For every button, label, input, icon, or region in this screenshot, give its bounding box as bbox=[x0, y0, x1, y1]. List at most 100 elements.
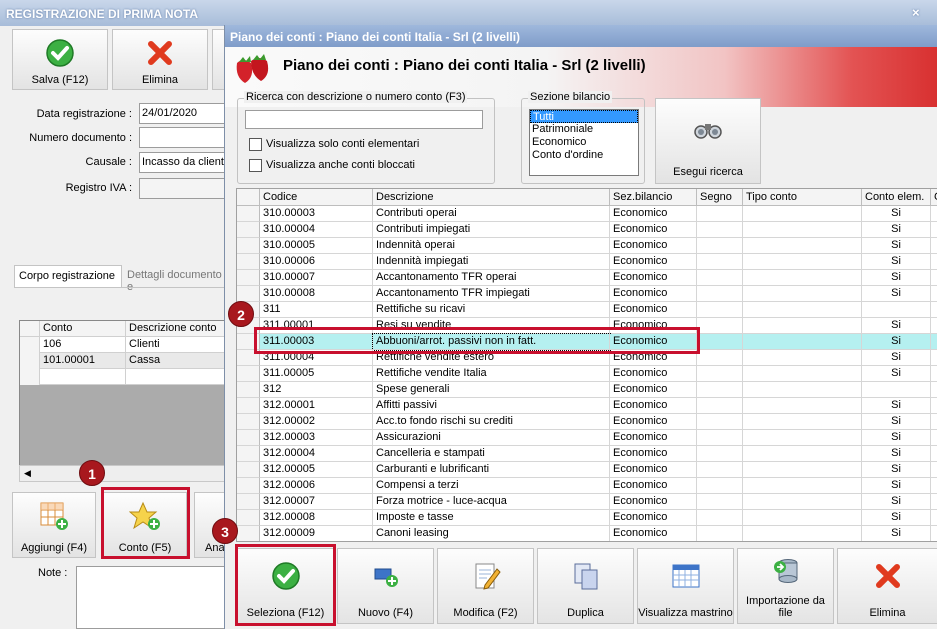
grid-add-icon bbox=[40, 502, 68, 530]
table-row[interactable]: 312.00001 Affitti passivi Economico Si bbox=[237, 398, 937, 414]
sezione-option-conto-ordine[interactable]: Conto d'ordine bbox=[530, 149, 638, 162]
row-indicator bbox=[237, 366, 260, 382]
ledger-button[interactable]: Visualizza mastrino bbox=[637, 548, 734, 624]
banner-title: Piano dei conti : Piano dei conti Italia… bbox=[283, 57, 646, 74]
checkbox-elementari-label: Visualizza solo conti elementari bbox=[266, 138, 420, 150]
checkbox-bloccati[interactable] bbox=[249, 159, 262, 172]
table-row[interactable]: 312.00002 Acc.to fondo rischi su crediti E… bbox=[237, 414, 937, 430]
sezione-option-patrimoniale[interactable]: Patrimoniale bbox=[530, 123, 638, 136]
close-icon[interactable]: × bbox=[912, 5, 920, 20]
table-cell: Carburanti e lubrificanti bbox=[373, 462, 610, 478]
table-row[interactable]: 312.00004 Cancelleria e stampati Economico… bbox=[237, 446, 937, 462]
scroll-left-icon[interactable]: ◀ bbox=[24, 468, 31, 479]
table-cell: Contributi operai bbox=[373, 206, 610, 222]
registration-grid[interactable]: Conto Descrizione conto 106 Clienti 101.… bbox=[19, 320, 230, 482]
table-cell bbox=[697, 270, 743, 286]
table-cell: Indennità impiegati bbox=[373, 254, 610, 270]
sezione-option-economico[interactable]: Economico bbox=[530, 136, 638, 149]
table-row[interactable]: 310.00004 Contributi impiegati Economico Si bbox=[237, 222, 937, 238]
table-row[interactable]: 101.00001 Cassa bbox=[20, 353, 230, 369]
edit-button[interactable]: Modifica (F2) bbox=[437, 548, 534, 624]
table-cell bbox=[697, 382, 743, 398]
table-row-empty[interactable] bbox=[20, 369, 230, 385]
table-cell: Si bbox=[862, 478, 931, 494]
table-cell: Si bbox=[862, 334, 931, 350]
table-row[interactable]: 310.00008 Accantonamento TFR impiegati Eco… bbox=[237, 286, 937, 302]
table-row[interactable]: 311.00005 Rettifiche vendite Italia Econom… bbox=[237, 366, 937, 382]
accounts-table[interactable]: Codice Descrizione Sez.bilancio Segno Ti… bbox=[236, 188, 937, 542]
new-button[interactable]: Nuovo (F4) bbox=[337, 548, 434, 624]
table-cell bbox=[743, 478, 862, 494]
table-cell bbox=[697, 478, 743, 494]
data-registrazione-input[interactable]: 24/01/2020 bbox=[139, 103, 231, 124]
delete-button[interactable]: Elimina bbox=[112, 29, 208, 90]
table-row[interactable]: 312.00003 Assicurazioni Economico Si bbox=[237, 430, 937, 446]
table-cell bbox=[743, 350, 862, 366]
tab-corpo-registrazione[interactable]: Corpo registrazione bbox=[14, 265, 122, 287]
table-row[interactable]: 312.00006 Compensi a terzi Economico Si bbox=[237, 478, 937, 494]
row-indicator bbox=[237, 238, 260, 254]
column-header-codice[interactable]: Codice bbox=[260, 189, 373, 206]
table-cell: Acc.to fondo rischi su crediti bbox=[373, 414, 610, 430]
sezione-option-tutti[interactable]: Tutti bbox=[530, 110, 638, 123]
table-row[interactable]: 312 Spese generali Economico bbox=[237, 382, 937, 398]
table-cell bbox=[743, 318, 862, 334]
column-header-tipo-conto[interactable]: Tipo conto bbox=[743, 189, 862, 206]
table-cell bbox=[743, 286, 862, 302]
checkbox-elementari[interactable] bbox=[249, 138, 262, 151]
annotation-badge-3: 3 bbox=[212, 518, 238, 544]
table-cell bbox=[743, 462, 862, 478]
table-cell: Accantonamento TFR operai bbox=[373, 270, 610, 286]
column-header-descrizione[interactable]: Descrizione bbox=[373, 189, 610, 206]
dialog-title: Piano dei conti : Piano dei conti Italia… bbox=[225, 25, 937, 47]
search-button[interactable]: Esegui ricerca bbox=[655, 98, 761, 184]
table-row[interactable]: 106 Clienti bbox=[20, 337, 230, 353]
row-indicator bbox=[237, 382, 260, 398]
registro-iva-input[interactable] bbox=[139, 178, 231, 199]
import-button[interactable]: Importazione da file bbox=[737, 548, 834, 624]
table-cell: 312.00005 bbox=[260, 462, 373, 478]
table-cell bbox=[697, 398, 743, 414]
table-cell: Si bbox=[862, 446, 931, 462]
sezione-listbox[interactable]: Tutti Patrimoniale Economico Conto d'ord… bbox=[529, 109, 639, 176]
causale-input[interactable]: Incasso da cliente bbox=[139, 152, 231, 173]
table-cell bbox=[743, 510, 862, 526]
duplicate-button[interactable]: Duplica bbox=[537, 548, 634, 624]
table-cell bbox=[697, 526, 743, 541]
data-registrazione-label: Data registrazione : bbox=[36, 108, 132, 120]
row-indicator bbox=[237, 270, 260, 286]
add-button[interactable]: Aggiungi (F4) bbox=[12, 492, 96, 558]
table-row[interactable]: 312.00005 Carburanti e lubrificanti Econom… bbox=[237, 462, 937, 478]
table-cell bbox=[931, 206, 937, 222]
column-header-segno[interactable]: Segno bbox=[697, 189, 743, 206]
table-row[interactable]: 310.00007 Accantonamento TFR operai Econom… bbox=[237, 270, 937, 286]
table-cell: Si bbox=[862, 398, 931, 414]
notes-textarea[interactable] bbox=[76, 566, 231, 629]
column-header-c[interactable]: C bbox=[931, 189, 937, 206]
table-row[interactable]: 310.00005 Indennità operai Economico Si bbox=[237, 238, 937, 254]
table-row[interactable]: 312.00007 Forza motrice - luce-acqua Econo… bbox=[237, 494, 937, 510]
column-header-sezione[interactable]: Sez.bilancio bbox=[610, 189, 697, 206]
table-row[interactable]: 310.00006 Indennità impiegati Economico Si bbox=[237, 254, 937, 270]
table-row[interactable]: 312.00009 Canoni leasing Economico Si bbox=[237, 526, 937, 541]
table-row[interactable]: 310.00003 Contributi operai Economico Si bbox=[237, 206, 937, 222]
table-cell bbox=[931, 526, 937, 541]
delete-account-button[interactable]: Elimina bbox=[837, 548, 937, 624]
table-cell: Si bbox=[862, 350, 931, 366]
horizontal-scrollbar[interactable]: ◀ bbox=[19, 465, 229, 482]
row-indicator bbox=[237, 286, 260, 302]
table-row[interactable]: 312.00008 Imposte e tasse Economico Si bbox=[237, 510, 937, 526]
table-cell bbox=[931, 318, 937, 334]
tab-dettagli-documento[interactable]: Dettagli documento e bbox=[123, 265, 233, 293]
column-header-conto-elem[interactable]: Conto elem. bbox=[862, 189, 931, 206]
table-cell bbox=[743, 270, 862, 286]
save-button[interactable]: Salva (F12) bbox=[12, 29, 108, 90]
table-cell bbox=[931, 366, 937, 382]
save-button-label: Salva (F12) bbox=[31, 74, 89, 86]
table-row[interactable]: 311 Rettifiche su ricavi Economico bbox=[237, 302, 937, 318]
numero-documento-input[interactable] bbox=[139, 127, 231, 148]
search-input[interactable] bbox=[245, 110, 483, 129]
table-cell: 310.00008 bbox=[260, 286, 373, 302]
table-cell: Si bbox=[862, 526, 931, 541]
table-cell: 312.00004 bbox=[260, 446, 373, 462]
